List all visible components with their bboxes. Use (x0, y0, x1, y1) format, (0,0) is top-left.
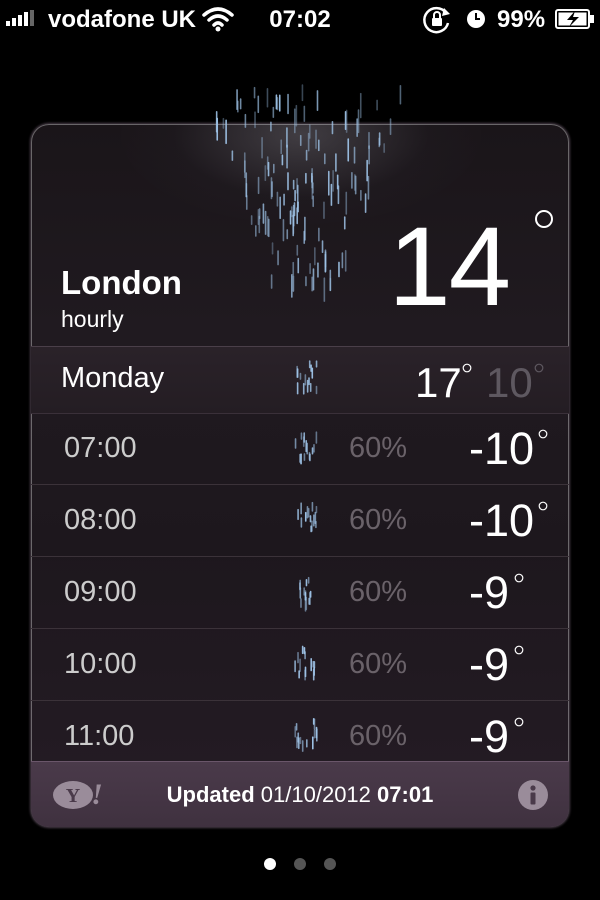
hourly-row: 09:00 60% -9 (31, 557, 569, 629)
hour-time: 10:00 (64, 648, 137, 680)
rain-icon (297, 501, 318, 533)
page-dot[interactable] (294, 858, 306, 870)
degree-symbol (514, 645, 524, 655)
degree-symbol (534, 363, 544, 373)
rain-icon (299, 576, 312, 612)
hourly-row: 10:00 60% -9 (31, 629, 569, 701)
updated-time: 07:01 (377, 782, 434, 807)
card-footer: Y ! Updated 01/10/2012 07:01 (31, 761, 569, 827)
info-icon[interactable] (517, 779, 549, 811)
rain-icon (294, 718, 318, 752)
day-name: Monday (61, 362, 165, 394)
degree-symbol (535, 210, 553, 228)
precipitation-chance: 60% (349, 648, 408, 680)
rain-icon (294, 431, 318, 465)
hour-temperature: -9 (469, 567, 510, 618)
degree-symbol (538, 501, 548, 511)
day-high-temp: 17 (415, 359, 462, 406)
degree-symbol (514, 717, 524, 727)
city-name: London (61, 264, 182, 301)
precipitation-chance: 60% (349, 504, 408, 536)
rain-icon (296, 360, 318, 395)
last-updated: Updated 01/10/2012 07:01 (31, 782, 569, 808)
degree-symbol (514, 573, 524, 583)
hour-temperature: -9 (469, 711, 510, 762)
hourly-row: 07:00 60% -10 (31, 413, 569, 485)
hour-temperature: -10 (469, 423, 535, 474)
degree-symbol (462, 363, 472, 373)
day-summary-row: Monday 17 10 (31, 346, 569, 414)
rain-icon (294, 645, 316, 681)
updated-date: 01/10/2012 (260, 782, 371, 807)
day-low-temp: 10 (486, 359, 533, 406)
hour-time: 11:00 (64, 720, 135, 752)
hour-temperature: -9 (469, 639, 510, 690)
page-dot[interactable] (324, 858, 336, 870)
precipitation-chance: 60% (349, 576, 408, 608)
precipitation-chance: 60% (349, 720, 408, 752)
hour-time: 09:00 (64, 576, 137, 608)
hourly-row: 11:00 60% -9 (31, 701, 569, 762)
battery-charging-icon (555, 9, 594, 29)
page-indicator[interactable] (0, 858, 600, 870)
updated-label: Updated (166, 782, 255, 807)
rain-icon (215, 84, 402, 302)
alarm-icon (467, 10, 485, 28)
hour-temperature: -10 (469, 495, 535, 546)
battery-percent: 99% (497, 6, 546, 33)
status-bar: vodafone UK 07:02 99% (0, 0, 600, 40)
view-mode-label: hourly (61, 306, 124, 332)
page-dot[interactable] (264, 858, 276, 870)
precipitation-chance: 60% (349, 432, 408, 464)
hour-time: 07:00 (64, 432, 137, 464)
degree-symbol (538, 429, 548, 439)
hourly-row: 08:00 60% -10 (31, 485, 569, 557)
screen: vodafone UK 07:02 99% London hourly 14 M… (0, 0, 600, 900)
rotation-lock-icon (423, 6, 450, 34)
hour-time: 08:00 (64, 504, 137, 536)
